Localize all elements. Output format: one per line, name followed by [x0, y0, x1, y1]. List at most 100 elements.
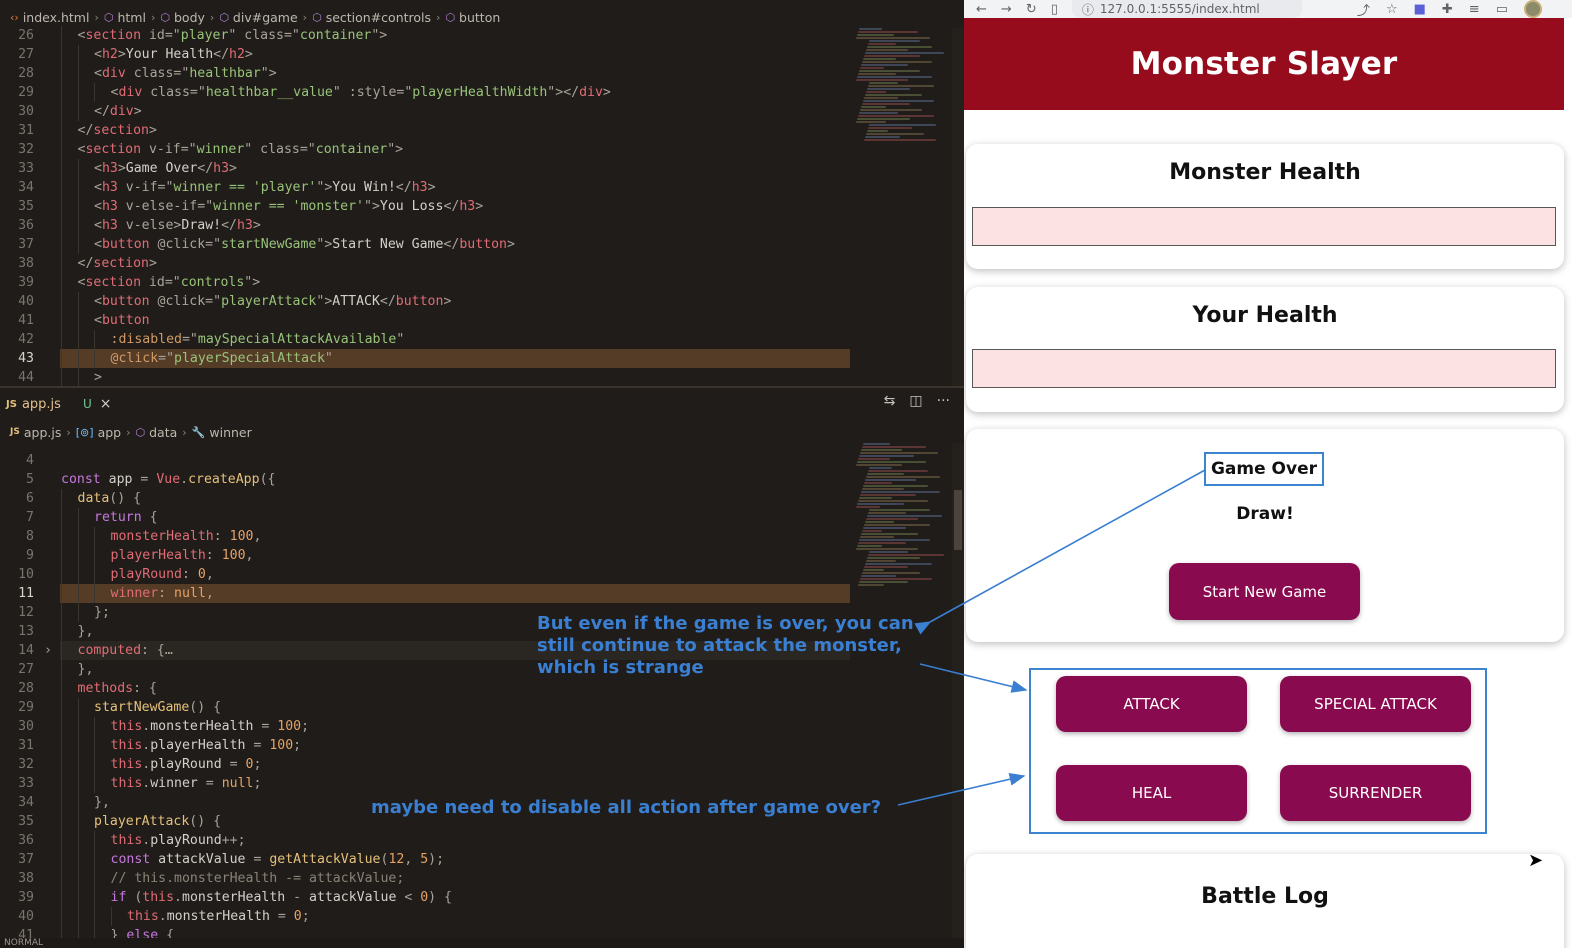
sidepanel-icon[interactable]: ▭ [1496, 2, 1508, 17]
code-line[interactable]: 11 winner: null, [0, 584, 850, 603]
code-line[interactable]: 28 <div class="healthbar"> [0, 64, 850, 83]
code-text: <button @click="startNewGame">Start New … [94, 237, 515, 252]
code-line[interactable]: 36 this.playRound++; [0, 831, 850, 850]
more-actions-icon[interactable]: ··· [937, 393, 950, 409]
indent-guide [61, 717, 62, 736]
breadcrumb-item[interactable]: ‹› index.html [10, 10, 89, 25]
close-tab-icon[interactable]: × [100, 396, 112, 412]
code-line[interactable]: 29 startNewGame() { [0, 698, 850, 717]
code-line[interactable]: 38 // this.monsterHealth -= attackValue; [0, 869, 850, 888]
breadcrumb-item[interactable]: ⬡ html [104, 10, 146, 25]
code-line[interactable]: 31 this.playerHealth = 100; [0, 736, 850, 755]
code-line[interactable]: 33 this.winner = null; [0, 774, 850, 793]
code-line[interactable]: 27 <h2>Your Health</h2> [0, 45, 850, 64]
star-icon[interactable]: ☆ [1386, 2, 1398, 17]
code-line[interactable]: 39 <section id="controls"> [0, 273, 850, 292]
breadcrumb-item[interactable]: ⬡ section#controls [312, 10, 431, 25]
breadcrumb-item[interactable]: 🔧 winner [192, 425, 252, 440]
address-bar[interactable]: ⓘ 127.0.0.1:5555/index.html [1071, 0, 1302, 18]
code-line[interactable]: 35 <h3 v-else-if="winner == 'monster'">Yo… [0, 197, 850, 216]
code-line[interactable]: 26 <section id="player" class="container"… [0, 26, 850, 45]
code-line[interactable]: 30 </div> [0, 102, 850, 121]
indent-guide [94, 869, 95, 888]
forward-icon[interactable]: → [1001, 2, 1012, 17]
code-line[interactable]: 33 <h3>Game Over</h3> [0, 159, 850, 178]
media-icon[interactable]: ≡ [1469, 2, 1480, 17]
js-scrollbar-thumb[interactable] [954, 490, 962, 550]
indent-guide [61, 368, 62, 386]
split-editor-icon[interactable]: ◫ [909, 393, 922, 409]
js-code-view[interactable]: 4 5 const app = Vue.createApp({6 data() {7 r… [0, 451, 850, 938]
start-new-game-button[interactable]: Start New Game [1169, 563, 1360, 620]
code-line[interactable]: 39 if (this.monsterHealth - attackValue <… [0, 888, 850, 907]
chevron-right-icon: › [182, 425, 187, 439]
code-line[interactable]: 8 monsterHealth: 100, [0, 527, 850, 546]
fold-chevron-icon[interactable]: › [44, 641, 52, 660]
breadcrumb-item[interactable]: JS app.js [10, 425, 61, 440]
code-line[interactable]: 28 methods: { [0, 679, 850, 698]
code-line[interactable]: 31 </section> [0, 121, 850, 140]
code-line[interactable]: 36 <h3 v-else>Draw!</h3> [0, 216, 850, 235]
minimap-line [860, 494, 916, 496]
code-line[interactable]: 44 > [0, 368, 850, 386]
code-text: <h3 v-else-if="winner == 'monster'">You … [94, 199, 484, 214]
share-icon[interactable]: ⤴ [1357, 0, 1370, 19]
code-line[interactable]: 7 return { [0, 508, 850, 527]
compare-changes-icon[interactable]: ⇆ [884, 393, 896, 409]
minimap-line [857, 503, 904, 505]
html-minimap[interactable] [856, 28, 952, 148]
code-line[interactable]: 37 const attackValue = getAttackValue(12,… [0, 850, 850, 869]
code-text: const attackValue = getAttackValue(12, 5… [110, 852, 445, 867]
box-icon: ⬡ [135, 425, 146, 439]
minimap-line [865, 52, 944, 54]
indent-guide [61, 254, 62, 273]
code-line[interactable]: 32 this.playRound = 0; [0, 755, 850, 774]
minimap-line [866, 49, 908, 51]
code-line[interactable]: 4 [0, 451, 850, 470]
code-line[interactable]: 41 <button [0, 311, 850, 330]
profile-avatar[interactable] [1524, 0, 1542, 18]
code-line[interactable]: 37 <button @click="startNewGame">Start Ne… [0, 235, 850, 254]
code-line[interactable]: 10 playRound: 0, [0, 565, 850, 584]
breadcrumb-item[interactable]: ⬡ div#game [219, 10, 297, 25]
panel-divider[interactable] [0, 386, 964, 388]
indent-guide [77, 584, 79, 603]
tab-app-js[interactable]: JS app.js U × [0, 393, 117, 415]
code-text: const app = Vue.createApp({ [61, 472, 276, 487]
code-text: monsterHealth: 100, [110, 529, 262, 544]
indent-guide [94, 83, 95, 102]
html-code-view[interactable]: 26 <section id="player" class="container"… [0, 26, 850, 386]
code-line[interactable]: 30 this.monsterHealth = 100; [0, 717, 850, 736]
code-line[interactable]: 40 <button @click="playerAttack">ATTACK</… [0, 292, 850, 311]
breadcrumb-item[interactable]: ⬡ button [445, 10, 500, 25]
site-info-icon[interactable]: ⓘ [1082, 1, 1094, 18]
code-line[interactable]: 32 <section v-if="winner" class="containe… [0, 140, 850, 159]
indent-guide [61, 273, 62, 292]
breadcrumb-item[interactable]: ⬡ body [160, 10, 205, 25]
code-text: @click="playerSpecialAttack" [110, 351, 333, 366]
code-line[interactable]: 29 <div class="healthbar__value" :style="… [0, 83, 850, 102]
breadcrumb-item[interactable]: ⬡ data [136, 425, 178, 440]
battle-log-title: Battle Log [1201, 884, 1329, 909]
code-line[interactable]: 40 this.monsterHealth = 0; [0, 907, 850, 926]
breadcrumb-item[interactable]: [⊚] app [76, 425, 121, 440]
code-line[interactable]: 5 const app = Vue.createApp({ [0, 470, 850, 489]
code-line[interactable]: 34 <h3 v-if="winner == 'player'">You Win!… [0, 178, 850, 197]
box-icon: ⬡ [445, 10, 456, 24]
code-line[interactable]: 43 @click="playerSpecialAttack" [0, 349, 850, 368]
bookmark-tab-icon[interactable]: ▯ [1051, 2, 1058, 17]
code-line[interactable]: 6 data() { [0, 489, 850, 508]
code-line[interactable]: 41} else { [0, 926, 850, 938]
reload-icon[interactable]: ↻ [1026, 2, 1037, 17]
code-line[interactable]: 9 playerHealth: 100, [0, 546, 850, 565]
puzzle-icon[interactable]: ✚ [1442, 2, 1453, 17]
html-scrollbar[interactable] [952, 28, 964, 386]
js-minimap[interactable] [856, 443, 952, 593]
code-text: } else { [110, 928, 175, 938]
back-icon[interactable]: ← [976, 2, 987, 17]
code-line[interactable]: 42:disabled="maySpecialAttackAvailable" [0, 330, 850, 349]
code-line[interactable]: 38 </section> [0, 254, 850, 273]
extension-icon[interactable]: ■ [1414, 2, 1426, 17]
indent-guide [110, 907, 112, 926]
minimap-line [869, 40, 920, 42]
